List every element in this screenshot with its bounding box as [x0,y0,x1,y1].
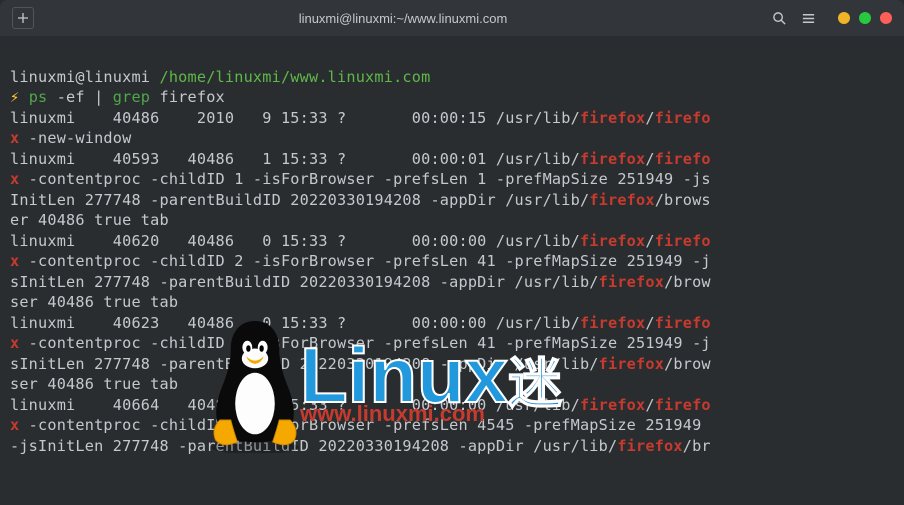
terminal-output[interactable]: linuxmi@linuxmi /home/linuxmi/www.linuxm… [0,36,904,477]
new-tab-button[interactable] [12,7,34,29]
search-icon[interactable] [772,11,787,26]
command-line: ⚡ ps -ef | grep firefox [10,88,225,106]
titlebar: linuxmi@linuxmi:~/www.linuxmi.com [0,0,904,36]
window-title: linuxmi@linuxmi:~/www.linuxmi.com [44,11,762,26]
close-button[interactable] [880,12,892,24]
maximize-button[interactable] [859,12,871,24]
output-rows: linuxmi 40486 2010 9 15:33 ? 00:00:15 /u… [10,108,894,457]
minimize-button[interactable] [838,12,850,24]
prompt-line: linuxmi@linuxmi /home/linuxmi/www.linuxm… [10,68,430,86]
menu-icon[interactable] [801,11,816,26]
